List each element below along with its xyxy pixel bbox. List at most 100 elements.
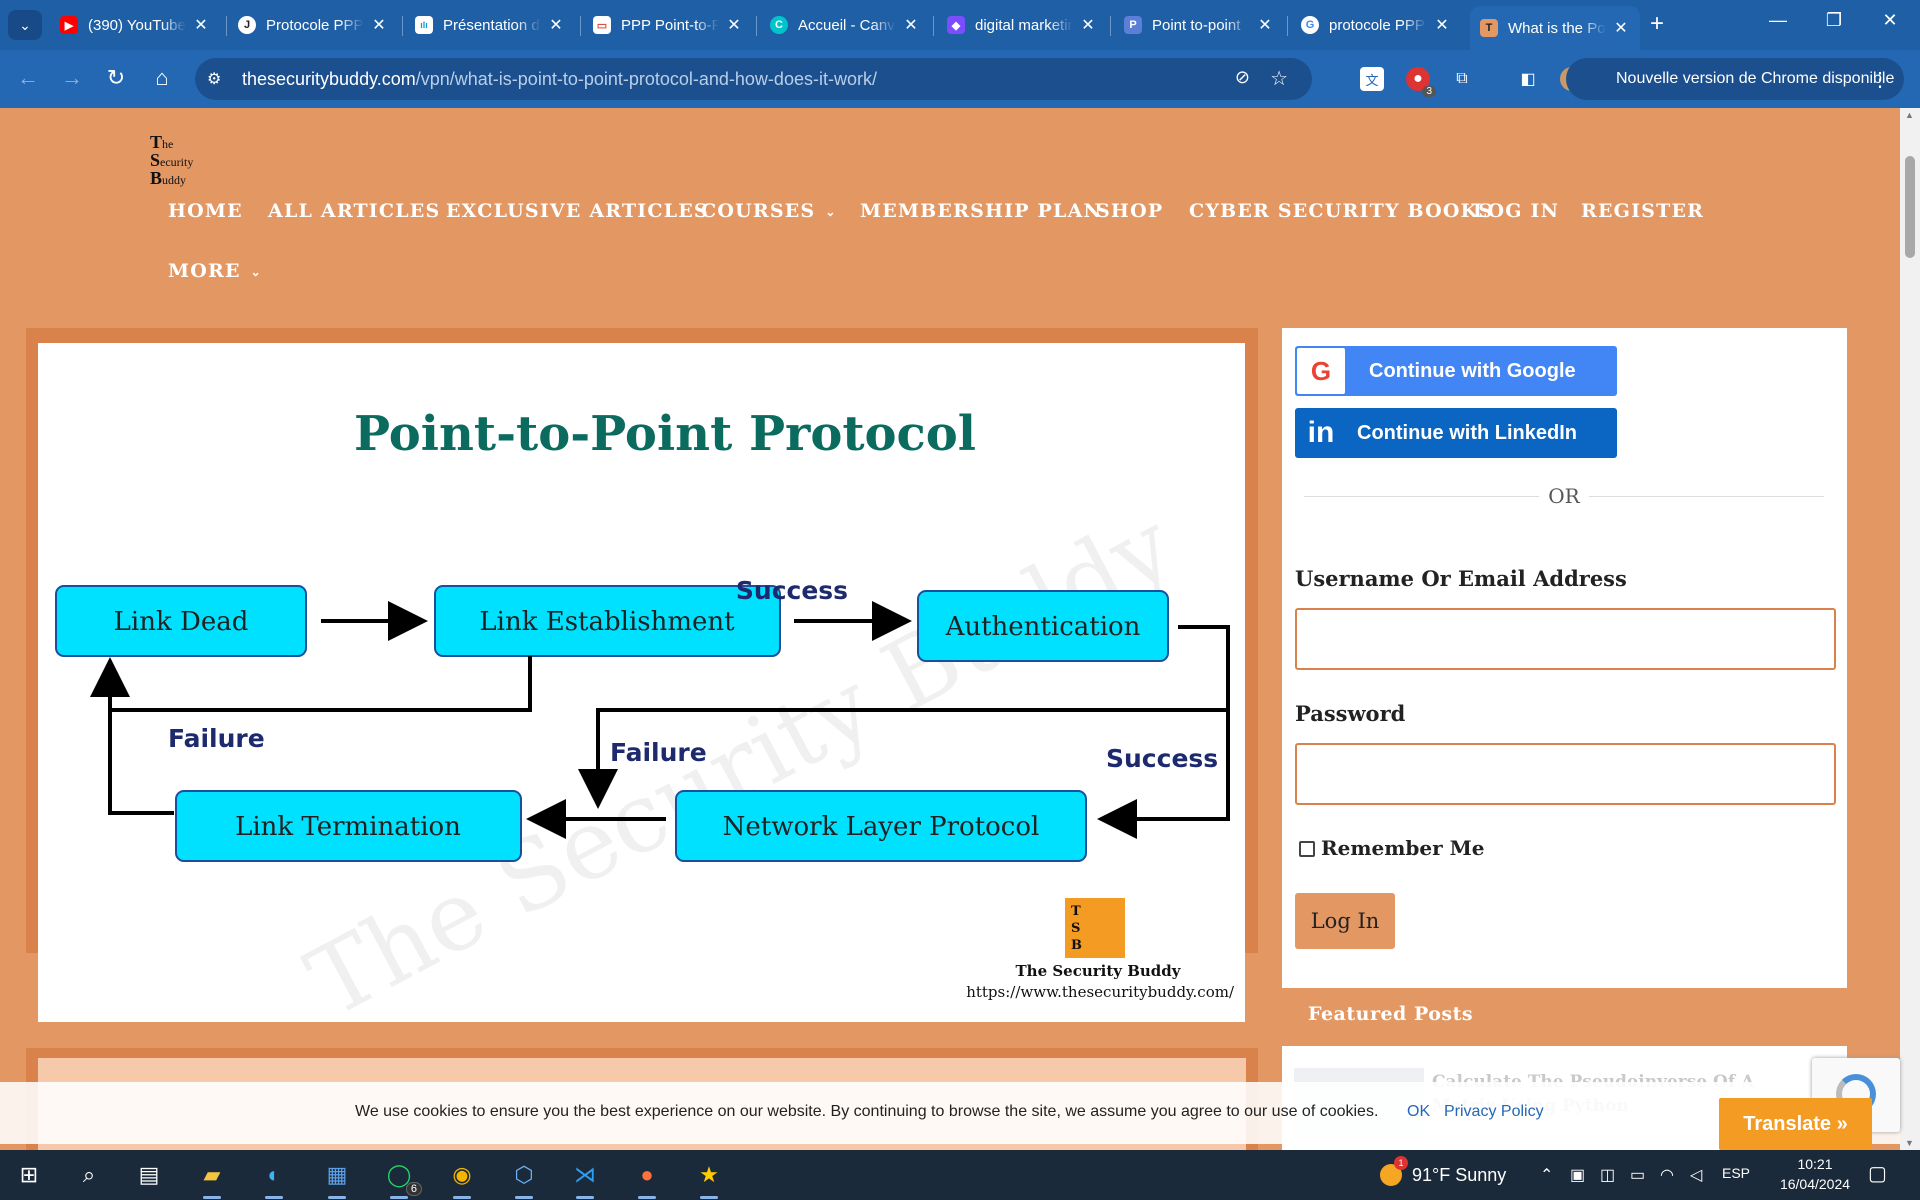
chrome-icon[interactable]: ◉	[447, 1160, 477, 1199]
browser-tab[interactable]: ▶ (390) YouTube ✕	[50, 8, 220, 42]
chrome-update-chip[interactable]: Nouvelle version de Chrome disponible ⋮	[1566, 58, 1904, 100]
logo-line: Buddy	[150, 168, 187, 188]
extensions-puzzle-icon[interactable]: ⧉	[1450, 67, 1474, 91]
browser-tab[interactable]: ▭ PPP Point-to-Po ✕	[583, 8, 753, 42]
nav-more[interactable]: MORE ⌄	[168, 260, 262, 282]
nav-exclusive-articles[interactable]: EXCLUSIVE ARTICLES	[446, 200, 709, 222]
label-failure: Failure	[168, 724, 265, 753]
checkbox-icon[interactable]	[1299, 841, 1315, 857]
close-icon[interactable]: ✕	[192, 15, 210, 35]
extension-translate-icon[interactable]: 文	[1360, 67, 1384, 91]
nav-cyber-security-books[interactable]: CYBER SECURITY BOOKS	[1189, 200, 1493, 222]
task-view-icon[interactable]: ▤	[134, 1160, 164, 1190]
remember-me-checkbox[interactable]: Remember Me	[1299, 836, 1484, 860]
extension-badge: 3	[1422, 86, 1436, 97]
scroll-up-icon[interactable]: ▲	[1905, 110, 1914, 120]
nav-register[interactable]: REGISTER	[1581, 200, 1704, 222]
file-explorer-icon[interactable]: ▰	[197, 1160, 227, 1199]
page-scrollbar[interactable]: ▲ ▼	[1900, 108, 1920, 1150]
close-icon[interactable]: ✕	[370, 15, 388, 35]
node-network-layer-protocol: Network Layer Protocol	[675, 790, 1087, 862]
edge-icon[interactable]: ◐	[259, 1160, 289, 1199]
back-icon[interactable]: ←	[14, 66, 42, 90]
vscode-icon[interactable]: ⋊	[570, 1160, 600, 1199]
new-tab-button[interactable]: +	[1650, 12, 1664, 36]
minimize-icon[interactable]: —	[1758, 10, 1798, 31]
tray-chevron-icon[interactable]: ⌃	[1540, 1165, 1553, 1185]
search-icon[interactable]: ⌕	[74, 1160, 104, 1190]
url-domain: thesecuritybuddy.com	[242, 69, 416, 89]
nav-home[interactable]: HOME	[168, 200, 243, 222]
star-app-icon[interactable]: ★	[694, 1160, 724, 1199]
store-icon[interactable]: ▦	[322, 1160, 352, 1199]
continue-with-google-button[interactable]: G Continue with Google	[1295, 346, 1617, 396]
close-icon[interactable]: ✕	[1079, 15, 1097, 35]
google-icon: G	[1297, 348, 1345, 394]
tab-title: PPP Point-to-Po	[621, 16, 719, 34]
whatsapp-icon[interactable]: ◯ 6	[384, 1160, 422, 1199]
browser-tab[interactable]: ◆ digital marketin ✕	[937, 8, 1107, 42]
virtualbox-icon[interactable]: ⬡	[509, 1160, 539, 1199]
weather-widget[interactable]: 1 91°F Sunny	[1380, 1156, 1506, 1186]
bookmark-star-icon[interactable]: ☆	[1270, 66, 1288, 91]
jstor-icon: J	[238, 16, 256, 34]
log-in-label: Log In	[1310, 909, 1380, 933]
diagram-title: Point-to-Point Protocol	[354, 406, 976, 462]
svg-text:Link Dead: Link Dead	[114, 607, 249, 637]
restore-icon[interactable]: ❐	[1814, 10, 1854, 31]
tab-search-button[interactable]: ⌄	[8, 10, 42, 40]
nav-log-in[interactable]: LOG IN	[1473, 200, 1559, 222]
postman-icon[interactable]: ●	[632, 1160, 662, 1199]
side-panel-icon[interactable]: ◧	[1516, 67, 1540, 91]
nav-shop[interactable]: SHOP	[1096, 200, 1163, 222]
nav-all-articles[interactable]: ALL ARTICLES	[268, 200, 440, 222]
translate-button[interactable]: Translate »	[1719, 1098, 1872, 1150]
username-input[interactable]	[1295, 608, 1836, 670]
tray-network-icon[interactable]: ◫	[1600, 1165, 1615, 1185]
close-icon[interactable]: ✕	[1433, 15, 1451, 35]
close-icon[interactable]: ✕	[1612, 18, 1630, 38]
cookie-ok-link[interactable]: OK	[1407, 1103, 1430, 1121]
nav-courses[interactable]: COURSES ⌄	[701, 200, 837, 222]
url-text[interactable]: thesecuritybuddy.com/vpn/what-is-point-t…	[242, 69, 877, 90]
browser-tab[interactable]: P Point to-point ✕	[1114, 8, 1284, 42]
close-icon[interactable]: ✕	[547, 15, 565, 35]
doc-icon: P	[1124, 16, 1142, 34]
scrollbar-thumb[interactable]	[1905, 156, 1915, 258]
close-icon[interactable]: ✕	[1256, 15, 1274, 35]
close-icon[interactable]: ✕	[725, 15, 743, 35]
privacy-policy-link[interactable]: Privacy Policy	[1444, 1103, 1544, 1121]
eye-off-icon[interactable]: ⊘	[1235, 67, 1250, 88]
kebab-menu-icon[interactable]: ⋮	[1870, 67, 1890, 92]
system-clock[interactable]: 10:21 16/04/2024	[1770, 1154, 1860, 1194]
battery-icon[interactable]: ▭	[1630, 1165, 1645, 1185]
log-in-button[interactable]: Log In	[1295, 893, 1395, 949]
browser-tab-active[interactable]: T What is the Poi ✕	[1470, 6, 1640, 50]
home-icon[interactable]: ⌂	[148, 66, 176, 90]
close-icon[interactable]: ✕	[902, 15, 920, 35]
site-logo[interactable]: The Security Buddy	[150, 133, 202, 190]
nav-membership-plan[interactable]: MEMBERSHIP PLAN	[860, 200, 1102, 222]
forward-icon[interactable]: →	[58, 66, 86, 90]
tray-meet-icon[interactable]: ▣	[1570, 1165, 1585, 1185]
scroll-down-icon[interactable]: ▼	[1905, 1138, 1914, 1148]
wifi-icon[interactable]: ◠	[1660, 1165, 1674, 1185]
password-input[interactable]	[1295, 743, 1836, 805]
browser-tab[interactable]: ılı Présentation d ✕	[405, 8, 575, 42]
site-info-icon[interactable]: ⚙	[207, 69, 221, 89]
notifications-icon[interactable]: ▢	[1868, 1161, 1887, 1186]
tab-title: Protocole PPP	[266, 16, 364, 34]
browser-tab[interactable]: J Protocole PPP ✕	[228, 8, 398, 42]
address-bar[interactable]: ⚙ thesecuritybuddy.com/vpn/what-is-point…	[195, 58, 1312, 100]
featured-heading-text: Featured Posts	[1308, 1003, 1474, 1025]
extension-recorder-icon[interactable]: ● 3	[1406, 67, 1436, 97]
volume-icon[interactable]: ◁	[1690, 1165, 1702, 1185]
language-indicator[interactable]: ESP	[1722, 1165, 1750, 1181]
clock-date: 16/04/2024	[1779, 1176, 1851, 1192]
reload-icon[interactable]: ↻	[102, 66, 130, 90]
windows-start-icon[interactable]: ⊞	[14, 1160, 44, 1190]
window-close-icon[interactable]: ✕	[1870, 10, 1910, 31]
browser-tab[interactable]: G protocole PPP ✕	[1291, 8, 1461, 42]
continue-with-linkedin-button[interactable]: in Continue with LinkedIn	[1295, 408, 1617, 458]
browser-tab[interactable]: C Accueil - Canva ✕	[760, 8, 930, 42]
